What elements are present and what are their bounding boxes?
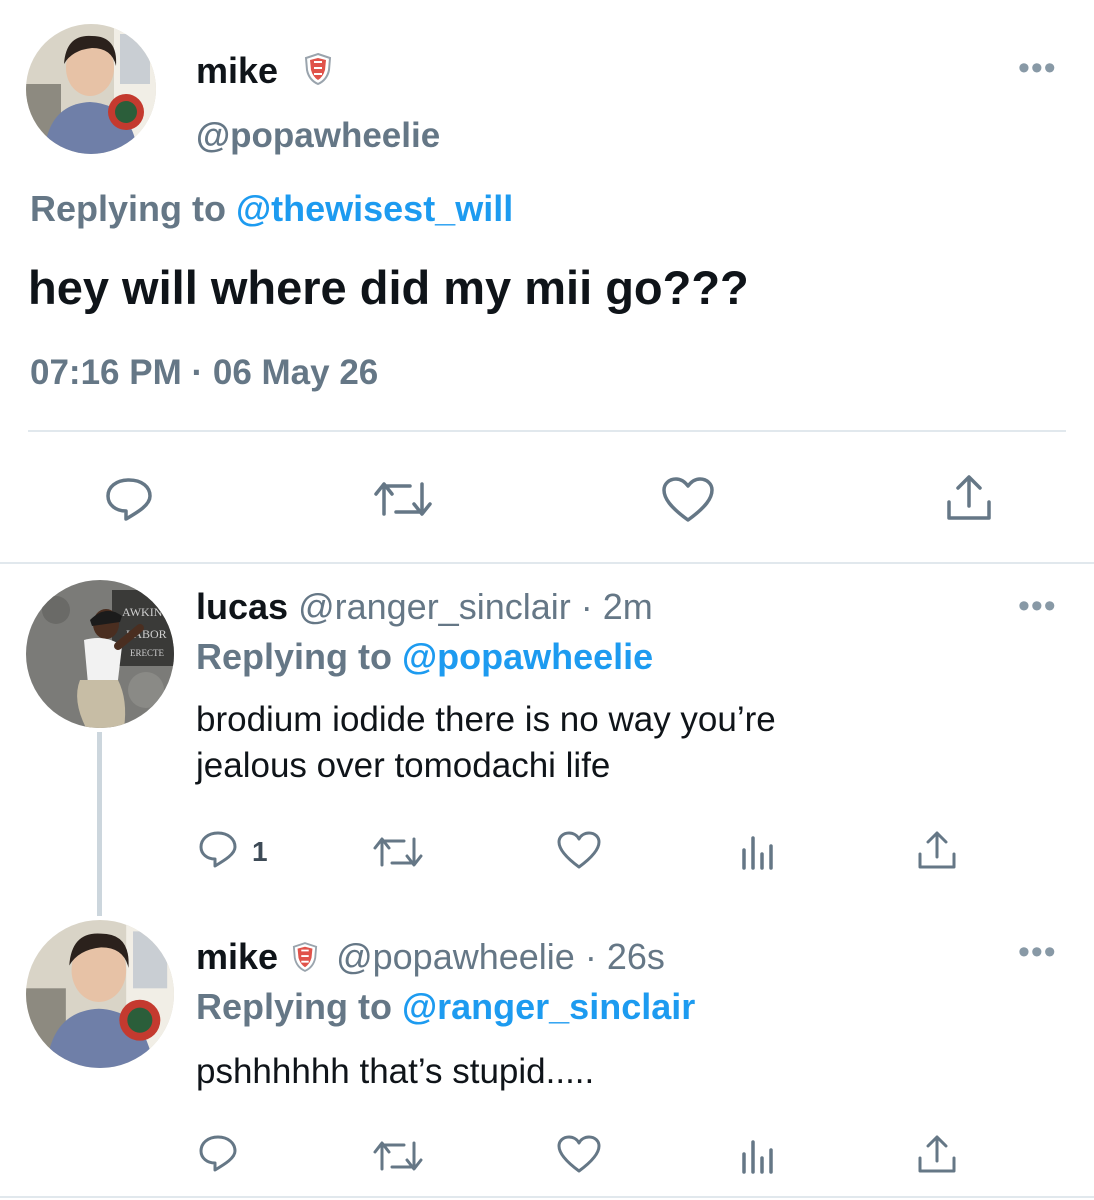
reply-age: 26s <box>606 936 665 977</box>
handle[interactable]: @ranger_sinclair <box>298 586 571 627</box>
bottom-divider <box>0 1196 1094 1198</box>
timestamp: 07:16 PM · 06 May 26 <box>30 353 378 393</box>
replying-to-link[interactable]: @popawheelie <box>402 636 653 677</box>
reply-text-line-1: pshhhhhh that’s stupid..... <box>196 1052 595 1091</box>
reply-header: lucas @ranger_sinclair · 2m <box>196 586 653 628</box>
handle[interactable]: @popawheelie <box>336 936 575 977</box>
more-options-icon[interactable]: ••• <box>1018 935 1057 969</box>
like-icon[interactable] <box>556 830 602 870</box>
reply-header: mike @popawheelie · 26s <box>196 936 665 982</box>
avatar[interactable] <box>26 24 156 154</box>
display-name[interactable]: mike <box>196 50 278 92</box>
reply-age: 2m <box>602 586 653 627</box>
more-options-icon[interactable]: ••• <box>1018 589 1057 623</box>
share-icon[interactable] <box>916 1134 958 1174</box>
tweet-time: 07:16 PM <box>30 353 182 392</box>
replying-to: Replying to @thewisest_will <box>30 188 513 230</box>
reply-icon[interactable] <box>104 476 154 522</box>
retweet-icon[interactable] <box>372 834 424 870</box>
separator: · <box>584 936 597 977</box>
like-icon[interactable] <box>556 1134 602 1174</box>
analytics-icon[interactable] <box>740 1138 776 1174</box>
sign-line-3: ERECTE <box>130 648 164 658</box>
handle[interactable]: @popawheelie <box>196 116 440 156</box>
tweet-text: hey will where did my mii go??? <box>28 261 749 314</box>
analytics-icon[interactable] <box>740 834 776 870</box>
share-icon[interactable] <box>916 830 958 870</box>
replying-to: Replying to @ranger_sinclair <box>196 986 695 1028</box>
reply-count: 1 <box>252 836 268 867</box>
retweet-icon[interactable] <box>372 1138 424 1174</box>
avatar[interactable]: AWKINS LABOR ERECTE <box>26 580 174 728</box>
section-divider <box>0 562 1094 564</box>
divider <box>28 430 1066 432</box>
replying-prefix: Replying to <box>196 636 392 677</box>
reply-text-line-2: jealous over tomodachi life <box>196 746 611 785</box>
share-icon[interactable] <box>944 474 994 522</box>
display-name[interactable]: lucas <box>196 586 288 627</box>
like-icon[interactable] <box>660 476 716 524</box>
separator: · <box>191 353 204 392</box>
reply-icon[interactable] <box>198 1134 238 1172</box>
avatar[interactable] <box>26 920 174 1068</box>
reply-text-line-1: brodium iodide there is no way you’re <box>196 700 776 739</box>
thread-line <box>97 732 102 916</box>
more-options-icon[interactable]: ••• <box>1018 51 1057 85</box>
replying-to: Replying to @popawheelie <box>196 636 653 678</box>
retweet-icon[interactable] <box>372 478 434 520</box>
replying-to-link[interactable]: @thewisest_will <box>236 188 513 229</box>
shield-badge-icon <box>304 52 332 91</box>
replying-to-link[interactable]: @ranger_sinclair <box>402 986 695 1027</box>
replying-prefix: Replying to <box>30 188 226 229</box>
reply-icon[interactable] <box>198 830 238 868</box>
display-name[interactable]: mike <box>196 936 278 977</box>
tweet-date: 06 May 26 <box>212 353 379 392</box>
separator: · <box>580 586 593 627</box>
shield-badge-icon <box>292 940 318 982</box>
replying-prefix: Replying to <box>196 986 392 1027</box>
sign-line-1: AWKINS <box>122 605 169 619</box>
